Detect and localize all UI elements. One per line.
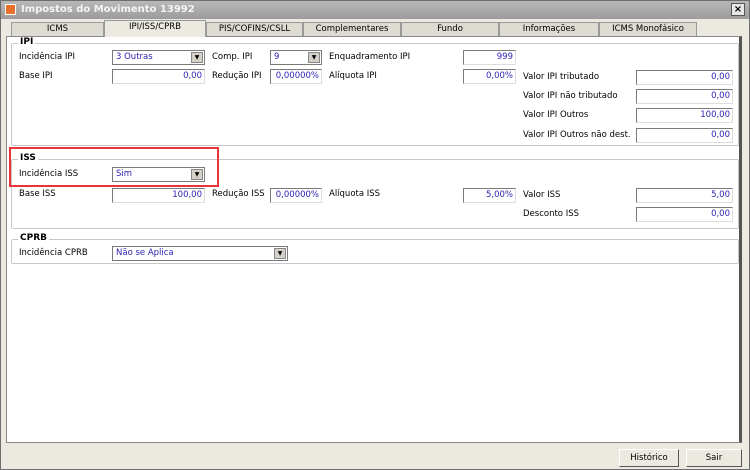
sair-button[interactable]: Sair: [686, 449, 742, 467]
base-iss-label: Base ISS: [19, 189, 56, 199]
aliquota-iss-input[interactable]: 5,00%: [463, 188, 516, 203]
aliquota-ipi-input[interactable]: 0,00%: [463, 69, 516, 84]
valor-ipi-outros-nao-dest-input[interactable]: 0,00: [636, 128, 733, 143]
reducao-iss-label: Redução ISS: [212, 189, 265, 199]
tab-fundo-pobreza[interactable]: Fundo Pobreza/Rural/FTI: [401, 22, 499, 47]
dialog-window: Impostos do Movimento 13992 × ICMS IPI/I…: [0, 0, 750, 470]
historico-button[interactable]: Histórico: [619, 449, 679, 467]
reducao-ipi-input[interactable]: 0,00000%: [270, 69, 322, 84]
chevron-down-icon[interactable]: ▼: [274, 248, 286, 259]
comp-ipi-select[interactable]: 9 ▼: [270, 50, 322, 65]
incidencia-cprb-select[interactable]: Não se Aplica ▼: [112, 246, 288, 261]
enquadramento-ipi-input[interactable]: 999: [463, 50, 516, 65]
valor-ipi-outros-nao-dest-label: Valor IPI Outros não dest.: [523, 130, 631, 140]
comp-ipi-label: Comp. IPI: [212, 52, 253, 62]
tab-icms-monofasico[interactable]: ICMS Monofásico: [599, 22, 697, 36]
incidencia-cprb-value: Não se Aplica: [116, 248, 174, 258]
valor-ipi-outros-label: Valor IPI Outros: [523, 110, 589, 120]
reducao-ipi-label: Redução IPI: [212, 71, 262, 81]
close-button[interactable]: ×: [731, 3, 745, 16]
valor-ipi-tributado-input[interactable]: 0,00: [636, 70, 733, 85]
app-icon: [5, 4, 16, 15]
valor-ipi-outros-input[interactable]: 100,00: [636, 108, 733, 123]
title-bar: Impostos do Movimento 13992 ×: [1, 1, 749, 19]
incidencia-ipi-select[interactable]: 3 Outras ▼: [112, 50, 205, 65]
ipi-group-title: IPI: [18, 37, 36, 47]
window-title: Impostos do Movimento 13992: [21, 4, 195, 15]
desconto-iss-input[interactable]: 0,00: [636, 207, 733, 222]
valor-iss-input[interactable]: 5,00: [636, 188, 733, 203]
aliquota-iss-label: Alíquota ISS: [329, 189, 381, 199]
base-ipi-label: Base IPI: [19, 71, 53, 81]
chevron-down-icon[interactable]: ▼: [308, 52, 320, 63]
base-iss-input[interactable]: 100,00: [112, 188, 205, 203]
valor-iss-label: Valor ISS: [523, 190, 561, 200]
tab-complementares[interactable]: Complementares: [303, 22, 401, 36]
chevron-down-icon[interactable]: ▼: [191, 52, 203, 63]
tab-informacoes-adicionais[interactable]: Informações Adicionais: [499, 22, 599, 47]
tab-icms[interactable]: ICMS: [11, 22, 104, 36]
incidencia-ipi-label: Incidência IPI: [19, 52, 76, 62]
enquadramento-ipi-label: Enquadramento IPI: [329, 52, 411, 62]
highlight-box: [9, 147, 219, 187]
tab-ipi-iss-cprb[interactable]: IPI/ISS/CPRB: [104, 20, 206, 37]
valor-ipi-nao-tributado-input[interactable]: 0,00: [636, 89, 733, 104]
cprb-group-title: CPRB: [18, 233, 49, 243]
tab-pis-cofins-csll[interactable]: PIS/COFINS/CSLL: [206, 22, 303, 36]
incidencia-cprb-label: Incidência CPRB: [19, 248, 88, 258]
reducao-iss-input[interactable]: 0,00000%: [270, 188, 322, 203]
base-ipi-input[interactable]: 0,00: [112, 69, 205, 84]
desconto-iss-label: Desconto ISS: [523, 209, 579, 219]
incidencia-ipi-value: 3 Outras: [116, 52, 153, 62]
aliquota-ipi-label: Alíquota IPI: [329, 71, 377, 81]
valor-ipi-tributado-label: Valor IPI tributado: [523, 72, 600, 82]
comp-ipi-value: 9: [274, 52, 280, 62]
valor-ipi-nao-tributado-label: Valor IPI não tributado: [523, 91, 618, 101]
